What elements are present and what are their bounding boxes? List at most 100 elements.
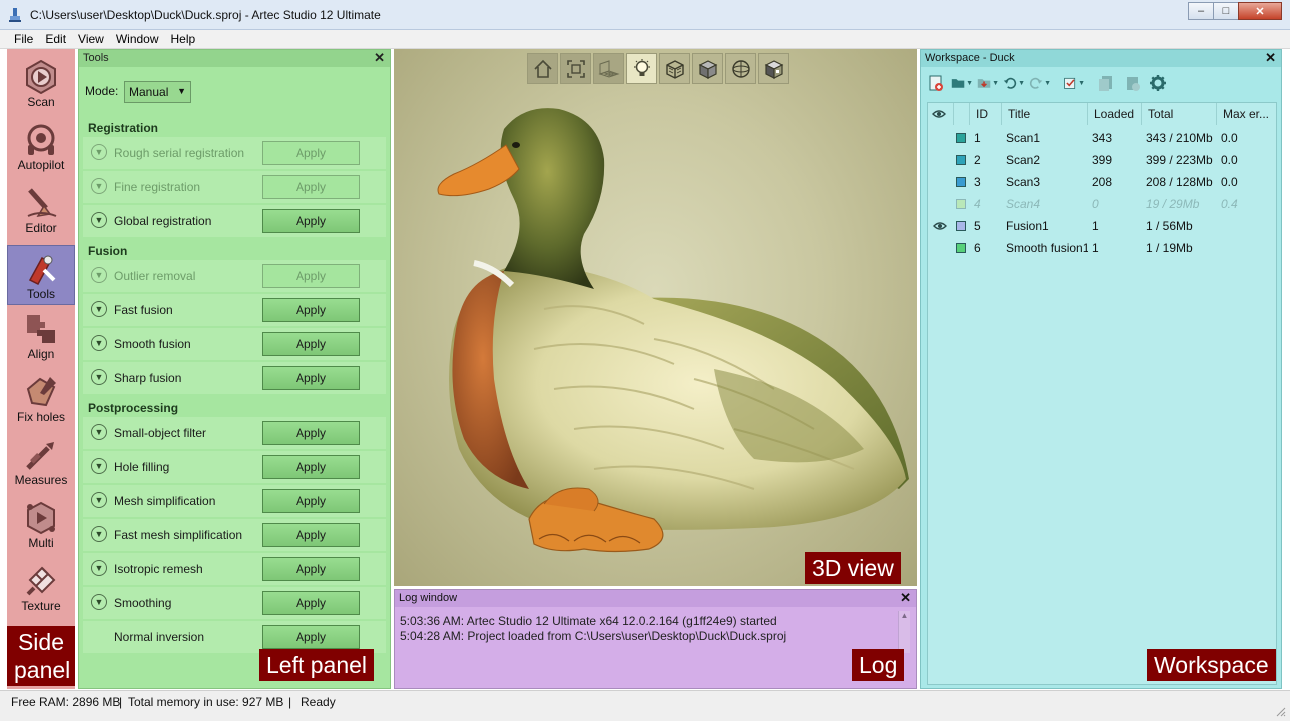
table-row[interactable]: 4 Scan4 0 19 / 29Mb 0.4	[928, 193, 1276, 215]
eye-icon[interactable]	[933, 221, 947, 231]
column-header-max-error[interactable]: Max er...	[1217, 103, 1276, 125]
visibility-column-header[interactable]	[928, 103, 954, 125]
side-item-label: Tools	[26, 287, 55, 301]
side-item-multi[interactable]: Multi	[7, 495, 75, 555]
redo-icon	[1029, 77, 1043, 89]
row-total: 1 / 56Mb	[1146, 219, 1193, 233]
apply-button[interactable]: Apply	[262, 625, 360, 649]
column-header-title[interactable]: Title	[1002, 103, 1088, 125]
table-row[interactable]: 1 Scan1 343 343 / 210Mb 0.0	[928, 127, 1276, 149]
expand-chevron-icon[interactable]: ▼	[91, 560, 107, 576]
table-row[interactable]: 2 Scan2 399 399 / 223Mb 0.0	[928, 149, 1276, 171]
side-item-tools[interactable]: Tools	[7, 245, 75, 305]
menu-window[interactable]: Window	[110, 30, 165, 48]
expand-chevron-icon[interactable]: ▼	[91, 594, 107, 610]
expand-chevron-icon[interactable]: ▼	[91, 458, 107, 474]
row-id: 6	[974, 241, 981, 255]
resize-grip-icon[interactable]	[1276, 707, 1286, 717]
log-window-close-icon[interactable]: ✕	[900, 590, 911, 606]
table-row[interactable]: 3 Scan3 208 208 / 128Mb 0.0	[928, 171, 1276, 193]
side-item-label: Texture	[21, 599, 61, 613]
expand-chevron-icon[interactable]: ▼	[91, 301, 107, 317]
apply-button[interactable]: Apply	[262, 264, 360, 288]
add-project-button[interactable]	[925, 72, 947, 94]
tool-name: Fast mesh simplification	[114, 528, 243, 542]
apply-button[interactable]: Apply	[262, 557, 360, 581]
open-project-button[interactable]: ▼	[951, 72, 973, 94]
app-icon	[9, 8, 21, 22]
scan-color-swatch	[956, 221, 966, 231]
column-header-id[interactable]: ID	[970, 103, 1002, 125]
chevron-down-icon: ▼	[1018, 79, 1025, 87]
apply-button[interactable]: Apply	[262, 523, 360, 547]
settings-button[interactable]	[1147, 72, 1169, 94]
side-panel: Scan Autopilot Editor Tools Align Fix ho…	[7, 49, 75, 689]
side-item-texture[interactable]: Texture	[7, 558, 75, 618]
menu-edit[interactable]: Edit	[39, 30, 72, 48]
apply-button[interactable]: Apply	[262, 298, 360, 322]
apply-button[interactable]: Apply	[262, 421, 360, 445]
column-header-total[interactable]: Total	[1142, 103, 1217, 125]
expand-chevron-icon[interactable]: ▼	[91, 144, 107, 160]
expand-chevron-icon[interactable]: ▼	[91, 369, 107, 385]
apply-button[interactable]: Apply	[262, 332, 360, 356]
side-item-measures[interactable]: Measures	[7, 432, 75, 492]
side-item-label: Align	[27, 347, 55, 361]
side-item-align[interactable]: Align	[7, 306, 75, 366]
apply-button[interactable]: Apply	[262, 366, 360, 390]
3d-viewport[interactable]	[394, 49, 917, 586]
column-header-loaded[interactable]: Loaded	[1088, 103, 1142, 125]
tool-name: Fast fusion	[114, 303, 173, 317]
table-row[interactable]: 6 Smooth fusion1 1 1 / 19Mb	[928, 237, 1276, 259]
table-row[interactable]: 5 Fusion1 1 1 / 56Mb	[928, 215, 1276, 237]
tool-name: Smooth fusion	[114, 337, 191, 351]
apply-button[interactable]: Apply	[262, 489, 360, 513]
workspace-header: Workspace - Duck ✕	[921, 50, 1281, 67]
status-free-ram: Free RAM: 2896 MB	[11, 695, 121, 709]
menu-help[interactable]: Help	[165, 30, 202, 48]
check-button[interactable]: ▼	[1063, 72, 1085, 94]
expand-chevron-icon[interactable]: ▼	[91, 526, 107, 542]
log-line: 5:04:28 AM: Project loaded from C:\Users…	[400, 629, 787, 643]
expand-chevron-icon[interactable]: ▼	[91, 178, 107, 194]
apply-button[interactable]: Apply	[262, 591, 360, 615]
side-item-editor[interactable]: Editor	[7, 180, 75, 240]
autopilot-icon	[27, 124, 55, 155]
minimize-button[interactable]: –	[1188, 2, 1214, 20]
apply-button[interactable]: Apply	[262, 175, 360, 199]
side-item-autopilot[interactable]: Autopilot	[7, 117, 75, 177]
row-title: Fusion1	[1006, 219, 1049, 233]
apply-button[interactable]: Apply	[262, 209, 360, 233]
workspace-close-icon[interactable]: ✕	[1265, 50, 1276, 66]
apply-button[interactable]: Apply	[262, 141, 360, 165]
expand-chevron-icon[interactable]: ▼	[91, 335, 107, 351]
menu-view[interactable]: View	[72, 30, 110, 48]
expand-chevron-icon[interactable]: ▼	[91, 424, 107, 440]
undo-button[interactable]: ▼	[1003, 72, 1025, 94]
status-state: Ready	[301, 695, 336, 709]
log-scrollbar[interactable]: ▲	[898, 611, 910, 653]
delete-button[interactable]	[1121, 72, 1143, 94]
side-item-fix-holes[interactable]: Fix holes	[7, 369, 75, 429]
apply-button[interactable]: Apply	[262, 455, 360, 479]
mode-select[interactable]: Manual ▼	[124, 81, 191, 103]
tools-panel-close-icon[interactable]: ✕	[374, 50, 385, 66]
expand-chevron-icon[interactable]: ▼	[91, 492, 107, 508]
maximize-button[interactable]: □	[1213, 2, 1239, 20]
copy-button[interactable]	[1095, 72, 1117, 94]
redo-button[interactable]: ▼	[1029, 72, 1051, 94]
mode-select-value: Manual	[129, 85, 169, 99]
eye-icon	[932, 110, 946, 118]
tool-row-small-object-filter: ▼ Small-object filter Apply	[83, 417, 386, 449]
duck-3d-model[interactable]	[394, 49, 917, 586]
expand-chevron-icon[interactable]: ▼	[91, 212, 107, 228]
tool-row-hole-filling: ▼ Hole filling Apply	[83, 451, 386, 483]
menu-file[interactable]: File	[8, 30, 39, 48]
expand-chevron-icon[interactable]: ▼	[91, 267, 107, 283]
chevron-down-icon: ▼	[992, 79, 999, 87]
color-column-header[interactable]	[954, 103, 970, 125]
import-button[interactable]: ▼	[977, 72, 999, 94]
close-button[interactable]: ✕	[1238, 2, 1282, 20]
log-window-header: Log window ✕	[395, 590, 916, 607]
side-item-scan[interactable]: Scan	[7, 54, 75, 114]
